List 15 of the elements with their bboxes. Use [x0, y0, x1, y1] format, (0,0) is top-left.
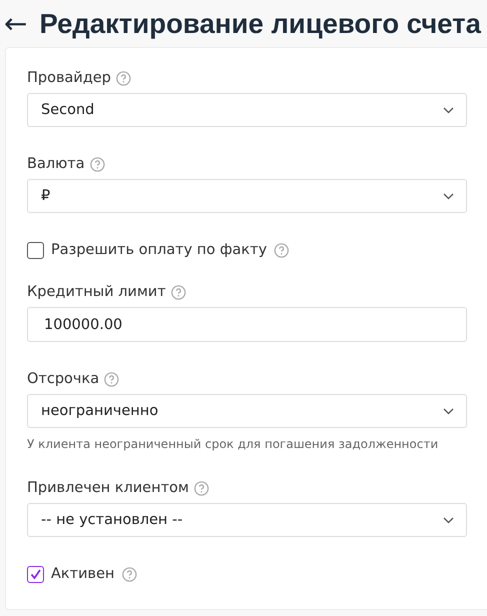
field-label: Привлечен клиентом [27, 480, 189, 496]
field-label: Кредитный лимит [27, 284, 166, 300]
select-field[interactable]: неограниченно [27, 394, 467, 428]
checkbox-label[interactable]: Разрешить оплату по факту [51, 242, 267, 258]
checkbox-label[interactable]: Активен [51, 566, 114, 582]
field-label: Валюта [27, 156, 85, 172]
input-field[interactable]: 100000.00 [27, 307, 467, 342]
select-field[interactable]: -- не установлен -- [27, 503, 467, 537]
select-field[interactable]: ₽ [27, 179, 467, 213]
field-hint: У клиента неограниченный срок для погашения задолженности [27, 437, 440, 451]
page-title: Редактирование лицевого счета [39, 8, 481, 40]
select-field[interactable]: Second [27, 93, 467, 127]
field-label: Отсрочка [27, 371, 100, 387]
back-button[interactable]: ← [4, 10, 28, 38]
field-label: Провайдер [27, 70, 111, 86]
